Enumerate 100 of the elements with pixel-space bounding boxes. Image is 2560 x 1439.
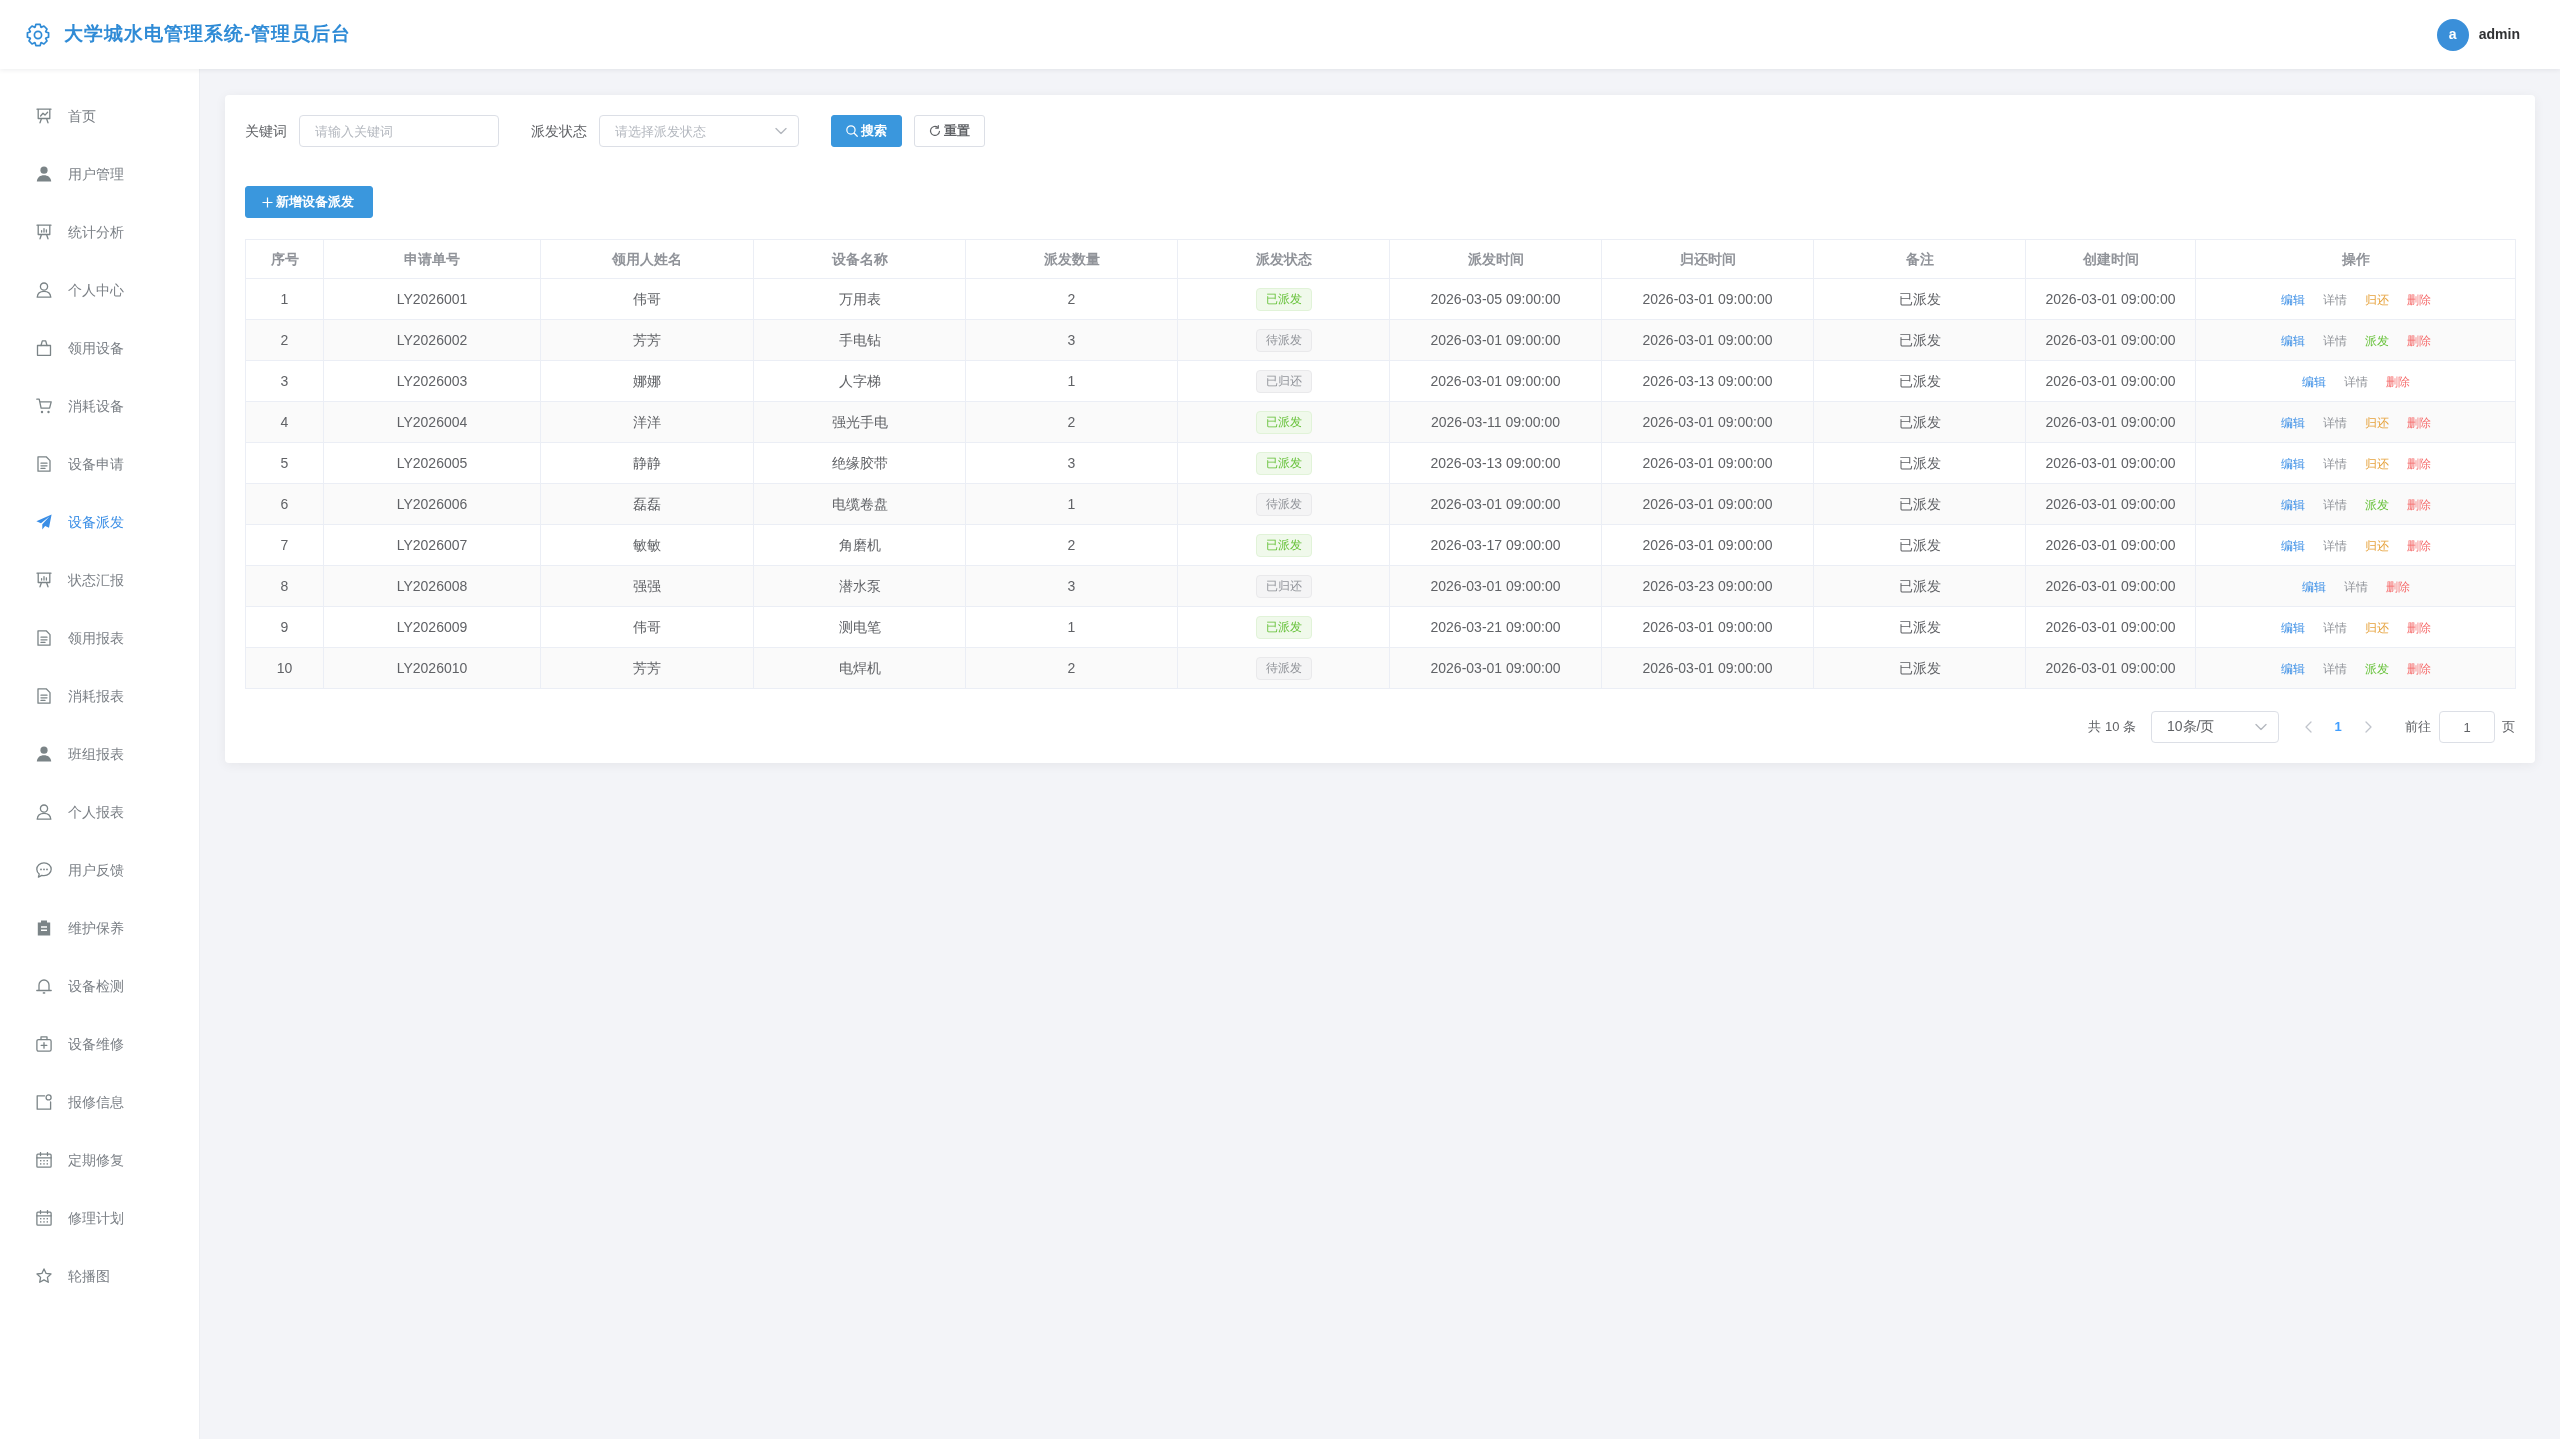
keyword-input[interactable]: 请输入关键词	[299, 115, 499, 147]
paper-plane-icon	[36, 514, 52, 530]
edit-link[interactable]: 编辑	[2280, 660, 2305, 678]
chevron-left-icon	[2304, 721, 2312, 733]
sidebar-item[interactable]: 定期修复	[0, 1131, 199, 1189]
table-cell: 1	[245, 278, 324, 320]
status-select[interactable]: 请选择派发状态	[599, 115, 799, 147]
sidebar-item[interactable]: 设备申请	[0, 435, 199, 493]
details-link[interactable]: 详情	[2343, 373, 2368, 391]
sidebar-item[interactable]: 统计分析	[0, 203, 199, 261]
user-name[interactable]: admin	[2478, 24, 2520, 45]
page-number-input[interactable]: 1	[2439, 711, 2495, 743]
sidebar-item[interactable]: 领用设备	[0, 319, 199, 377]
dispatch-link[interactable]: 派发	[2364, 496, 2389, 514]
delete-link[interactable]: 删除	[2406, 619, 2431, 637]
return-link[interactable]: 归还	[2364, 414, 2389, 432]
table-cell: 2026-03-01 09:00:00	[2025, 483, 2196, 525]
sidebar-item[interactable]: 班组报表	[0, 725, 199, 783]
sidebar-item[interactable]: 首页	[0, 87, 199, 145]
details-link[interactable]: 详情	[2343, 578, 2368, 596]
table-cell: 2026-03-17 09:00:00	[1389, 524, 1602, 566]
table-cell: 已派发	[1813, 278, 2026, 320]
table-cell: 2026-03-01 09:00:00	[2025, 606, 2196, 648]
delete-link[interactable]: 删除	[2406, 496, 2431, 514]
table-cell: 2026-03-01 09:00:00	[2025, 524, 2196, 566]
details-link[interactable]: 详情	[2322, 660, 2347, 678]
table-cell: 已派发	[1813, 483, 2026, 525]
table-cell: 强光手电	[753, 401, 966, 443]
status-tag: 已派发	[1255, 615, 1312, 639]
table-cell: 2026-03-01 09:00:00	[2025, 565, 2196, 607]
page-number[interactable]: 1	[2323, 711, 2353, 743]
details-link[interactable]: 详情	[2322, 619, 2347, 637]
sidebar-item[interactable]: 个人报表	[0, 783, 199, 841]
add-button[interactable]: 新增设备派发	[245, 186, 373, 218]
table-cell: 2026-03-13 09:00:00	[1601, 360, 1814, 402]
edit-link[interactable]: 编辑	[2301, 578, 2326, 596]
sidebar-item[interactable]: 设备维修	[0, 1015, 199, 1073]
delete-link[interactable]: 删除	[2406, 291, 2431, 309]
sidebar-item[interactable]: 用户反馈	[0, 841, 199, 899]
sidebar-item[interactable]: 轮播图	[0, 1247, 199, 1305]
table-cell: 5	[245, 442, 324, 484]
delete-link[interactable]: 删除	[2406, 660, 2431, 678]
sidebar-item[interactable]: 修理计划	[0, 1189, 199, 1247]
table-cell: 2026-03-01 09:00:00	[1389, 565, 1602, 607]
cart-icon	[36, 398, 52, 414]
edit-link[interactable]: 编辑	[2280, 619, 2305, 637]
details-link[interactable]: 详情	[2322, 537, 2347, 555]
table-cell: 芳芳	[540, 319, 754, 361]
edit-link[interactable]: 编辑	[2280, 414, 2305, 432]
return-link[interactable]: 归还	[2364, 455, 2389, 473]
details-link[interactable]: 详情	[2322, 291, 2347, 309]
reset-button[interactable]: 重置	[914, 115, 985, 147]
sidebar-item[interactable]: 设备检测	[0, 957, 199, 1015]
search-button[interactable]: 搜索	[831, 115, 902, 147]
details-link[interactable]: 详情	[2322, 332, 2347, 350]
caret-down-icon	[2255, 723, 2267, 731]
edit-link[interactable]: 编辑	[2280, 496, 2305, 514]
sidebar-item[interactable]: 设备派发	[0, 493, 199, 551]
return-link[interactable]: 归还	[2364, 537, 2389, 555]
page-size-select[interactable]: 10条/页	[2151, 711, 2279, 743]
table-cell: 2	[965, 524, 1178, 566]
sidebar-item[interactable]: 用户管理	[0, 145, 199, 203]
table-cell: LY2026002	[323, 319, 541, 361]
table-cell: 静静	[540, 442, 754, 484]
delete-link[interactable]: 删除	[2406, 414, 2431, 432]
status-tag: 已派发	[1255, 451, 1312, 475]
chart-board-icon	[36, 108, 52, 124]
dispatch-link[interactable]: 派发	[2364, 660, 2389, 678]
return-link[interactable]: 归还	[2364, 619, 2389, 637]
edit-link[interactable]: 编辑	[2280, 332, 2305, 350]
edit-link[interactable]: 编辑	[2301, 373, 2326, 391]
delete-link[interactable]: 删除	[2385, 578, 2410, 596]
sidebar-item[interactable]: 消耗设备	[0, 377, 199, 435]
edit-link[interactable]: 编辑	[2280, 291, 2305, 309]
table-cell: LY2026010	[323, 647, 541, 689]
user-avatar[interactable]: a	[2436, 18, 2469, 51]
sidebar-item[interactable]: 消耗报表	[0, 667, 199, 725]
details-link[interactable]: 详情	[2322, 496, 2347, 514]
table-cell: 9	[245, 606, 324, 648]
document-icon	[36, 630, 52, 646]
return-link[interactable]: 归还	[2364, 291, 2389, 309]
dispatch-link[interactable]: 派发	[2364, 332, 2389, 350]
table-cell: 2	[245, 319, 324, 361]
sidebar-item[interactable]: 维护保养	[0, 899, 199, 957]
delete-link[interactable]: 删除	[2406, 332, 2431, 350]
details-link[interactable]: 详情	[2322, 455, 2347, 473]
delete-link[interactable]: 删除	[2406, 537, 2431, 555]
details-link[interactable]: 详情	[2322, 414, 2347, 432]
delete-link[interactable]: 删除	[2385, 373, 2410, 391]
status-tag: 已归还	[1255, 574, 1312, 598]
sidebar-item[interactable]: 报修信息	[0, 1073, 199, 1131]
delete-link[interactable]: 删除	[2406, 455, 2431, 473]
calendar-icon	[36, 1210, 52, 1226]
edit-link[interactable]: 编辑	[2280, 455, 2305, 473]
sidebar-item[interactable]: 领用报表	[0, 609, 199, 667]
table-cell: 2	[965, 278, 1178, 320]
sidebar-item[interactable]: 状态汇报	[0, 551, 199, 609]
sidebar-item[interactable]: 个人中心	[0, 261, 199, 319]
edit-link[interactable]: 编辑	[2280, 537, 2305, 555]
table-cell: 洋洋	[540, 401, 754, 443]
